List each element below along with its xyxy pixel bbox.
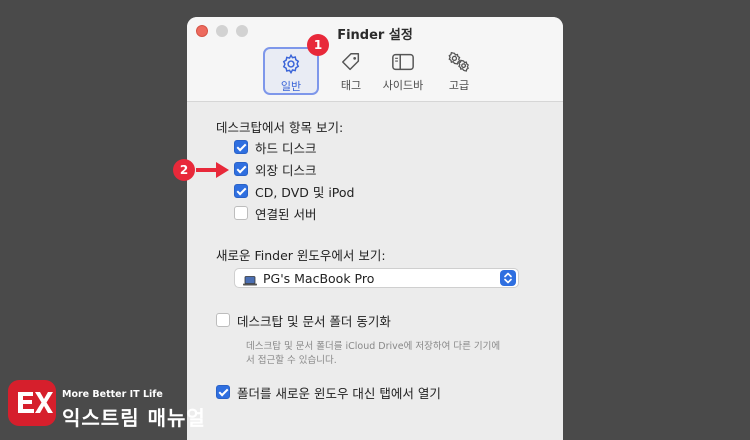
checkbox-unchecked[interactable]: [216, 313, 230, 327]
checkbox-icloud-sync[interactable]: 데스크탑 및 문서 폴더 동기화: [216, 311, 391, 329]
tab-general-label: 일반: [280, 80, 302, 93]
tab-sidebar-label: 사이드바: [382, 79, 424, 92]
checkbox-checked[interactable]: [234, 162, 248, 176]
checkbox-unchecked[interactable]: [234, 206, 248, 220]
watermark-logo: [8, 380, 56, 426]
tab-tags-label: 태그: [340, 79, 362, 92]
checkbox-connected-servers[interactable]: 연결된 서버: [234, 204, 316, 222]
checkbox-label: CD, DVD 및 iPod: [255, 184, 355, 200]
arrow-right-icon: [196, 162, 229, 178]
tab-tags[interactable]: 태그: [323, 47, 379, 95]
watermark-title: 익스트림 매뉴얼: [62, 406, 206, 430]
laptop-icon: [243, 274, 257, 289]
titlebar: Finder 설정 일반 태그 사이드바 고급: [187, 17, 563, 102]
checkbox-external-disk[interactable]: 외장 디스크: [234, 160, 316, 178]
checkbox-hard-disk[interactable]: 하드 디스크: [234, 138, 316, 156]
tab-advanced-label: 고급: [448, 79, 470, 92]
tab-general[interactable]: 일반: [263, 47, 319, 95]
sidebar-icon: [375, 51, 431, 75]
checkbox-checked[interactable]: [216, 385, 230, 399]
checkbox-open-in-tabs[interactable]: 폴더를 새로운 윈도우 대신 탭에서 열기: [216, 383, 441, 401]
desktop-items-label: 데스크탑에서 항목 보기:: [216, 120, 344, 135]
gears-icon: [431, 51, 487, 75]
window-title: Finder 설정: [337, 28, 413, 43]
tab-advanced[interactable]: 고급: [431, 47, 487, 95]
new-window-select[interactable]: PG's MacBook Pro: [234, 268, 519, 288]
select-value: PG's MacBook Pro: [263, 271, 375, 286]
checkbox-cd-dvd-ipod[interactable]: CD, DVD 및 iPod: [234, 182, 354, 200]
tab-sidebar[interactable]: 사이드바: [375, 47, 431, 95]
finder-settings-window: Finder 설정 일반 태그 사이드바 고급 데스크탑에서 항목 보기: 하드…: [187, 17, 563, 440]
tag-icon: [323, 51, 379, 75]
annotation-badge-1: 1: [307, 34, 329, 56]
gear-icon: [265, 53, 317, 77]
checkbox-label: 연결된 서버: [255, 206, 317, 222]
icloud-note: 데스크탑 및 문서 폴더를 iCloud Drive에 저장하여 다른 기기에서…: [246, 341, 501, 366]
checkbox-checked[interactable]: [234, 184, 248, 198]
checkbox-label: 하드 디스크: [255, 140, 317, 156]
checkbox-label: 폴더를 새로운 윈도우 대신 탭에서 열기: [237, 385, 441, 401]
annotation-badge-2: 2: [173, 159, 195, 181]
checkbox-checked[interactable]: [234, 140, 248, 154]
checkbox-label: 데스크탑 및 문서 폴더 동기화: [237, 313, 391, 329]
new-window-label: 새로운 Finder 윈도우에서 보기:: [216, 248, 386, 263]
checkbox-label: 외장 디스크: [255, 162, 317, 178]
watermark-subtitle: More Better IT Life: [62, 389, 163, 400]
chevron-updown-icon[interactable]: [500, 270, 516, 286]
